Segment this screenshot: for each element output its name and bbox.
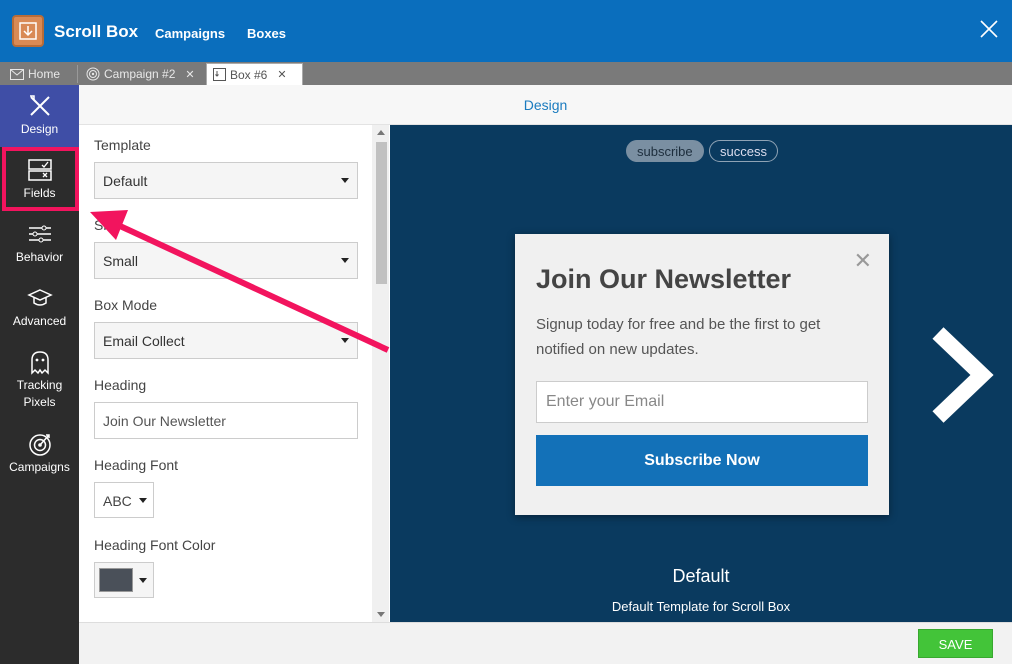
sidebar-item-label: Advanced <box>12 314 67 328</box>
sidebar-item-tracking-pixels[interactable]: Tracking Pixels <box>0 341 79 421</box>
size-label: Size <box>94 217 122 233</box>
fields-highlight-box <box>2 147 79 211</box>
modal-description: Signup today for free and be the first t… <box>536 316 821 358</box>
sidebar-item-label: Design <box>20 122 59 136</box>
success-pill[interactable]: success <box>709 140 778 162</box>
heading-input[interactable]: Join Our Newsletter <box>94 402 358 439</box>
panel-title: Design <box>523 97 568 113</box>
chevron-down-icon <box>139 578 147 583</box>
sidebar-item-campaigns[interactable]: Campaigns <box>0 423 79 485</box>
brand-title: Scroll Box <box>54 22 139 41</box>
heading-font-select[interactable]: ABC <box>94 482 154 518</box>
color-swatch <box>99 568 133 592</box>
newsletter-modal: ✕ Join Our Newsletter Signup today for f… <box>515 234 889 515</box>
sidebar-item-label: Tracking Pixels <box>16 378 63 409</box>
template-description: Default Template for Scroll Box <box>611 599 791 614</box>
template-value: Default <box>103 173 148 189</box>
heading-font-color-label: Heading Font Color <box>94 537 216 553</box>
chevron-down-icon <box>341 338 349 343</box>
tab-campaign[interactable]: Campaign #2 ✕ <box>80 63 201 85</box>
box-mode-label: Box Mode <box>94 297 158 313</box>
template-name: Default <box>672 566 730 586</box>
template-select[interactable]: Default <box>94 162 358 199</box>
tab-close-icon[interactable]: ✕ <box>277 68 286 81</box>
sidebar: Design Fields Behavior Advanced Tracking… <box>0 85 79 664</box>
heading-font-color-picker[interactable] <box>94 562 154 598</box>
sidebar-item-label: Campaigns <box>9 460 70 474</box>
tab-box[interactable]: Box #6 ✕ <box>206 63 303 85</box>
graduation-cap-icon <box>26 289 53 306</box>
scroll-thumb[interactable] <box>376 142 387 284</box>
chevron-down-icon <box>139 498 147 503</box>
tab-campaign-label: Campaign #2 <box>104 67 176 81</box>
heading-label: Heading <box>94 377 147 393</box>
form-scrollbar[interactable] <box>372 125 389 622</box>
footer-bar: SAVE <box>79 622 1012 664</box>
box-mode-select[interactable]: Email Collect <box>94 322 358 359</box>
subscribe-pill[interactable]: subscribe <box>626 140 704 162</box>
top-bar: Scroll Box Campaigns Boxes <box>0 0 1012 62</box>
nav-boxes-link[interactable]: Boxes <box>247 26 286 41</box>
box-preview: subscribe success ✕ Join Our Newsletter … <box>390 125 1012 622</box>
box-icon <box>213 68 226 81</box>
heading-font-value: ABC <box>103 493 132 509</box>
box-mode-value: Email Collect <box>103 333 185 349</box>
size-select[interactable]: Small <box>94 242 358 279</box>
sidebar-item-label: Behavior <box>15 250 64 264</box>
scroll-down-icon[interactable] <box>377 612 385 617</box>
ghost-icon <box>30 351 49 375</box>
panel-header: Design <box>79 85 1012 125</box>
chevron-right-icon[interactable] <box>930 325 994 425</box>
sidebar-item-behavior[interactable]: Behavior <box>0 213 79 275</box>
scroll-up-icon[interactable] <box>377 130 385 135</box>
sidebar-item-advanced[interactable]: Advanced <box>0 277 79 339</box>
heading-font-label: Heading Font <box>94 457 179 473</box>
chevron-down-icon <box>341 178 349 183</box>
target-icon <box>86 67 100 81</box>
mail-icon <box>10 68 24 80</box>
settings-form: Template Default Size Small Box Mode Ema… <box>79 125 390 622</box>
tab-close-icon[interactable]: ✕ <box>185 68 194 81</box>
modal-heading: Join Our Newsletter <box>536 264 792 294</box>
subscribe-button[interactable]: Subscribe Now <box>536 435 868 486</box>
close-icon[interactable] <box>980 20 998 38</box>
tab-bar: Home Campaign #2 ✕ Box #6 ✕ <box>0 62 1012 85</box>
close-icon[interactable]: ✕ <box>854 248 872 274</box>
save-button[interactable]: SAVE <box>918 629 993 658</box>
sliders-icon <box>28 225 51 243</box>
nav-campaigns-link[interactable]: Campaigns <box>155 26 225 41</box>
design-tools-icon <box>29 95 50 116</box>
tab-home[interactable]: Home <box>4 63 66 85</box>
size-value: Small <box>103 253 139 269</box>
tab-home-label: Home <box>28 67 61 81</box>
sidebar-item-design[interactable]: Design <box>0 85 79 147</box>
template-label: Template <box>94 137 151 153</box>
target-icon <box>28 434 51 456</box>
scroll-box-logo-icon <box>12 15 44 47</box>
tab-box-label: Box #6 <box>230 67 268 82</box>
chevron-down-icon <box>341 258 349 263</box>
email-field[interactable]: Enter your Email <box>536 381 868 423</box>
